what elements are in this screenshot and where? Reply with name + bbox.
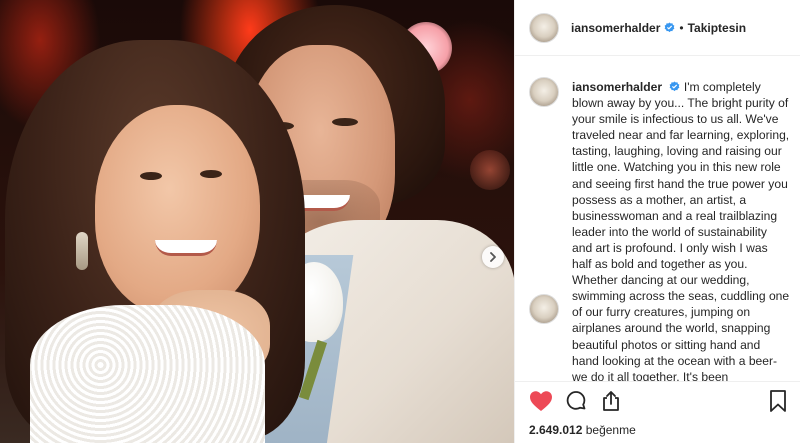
like-button[interactable] [529,389,553,413]
lace-dress [30,305,265,443]
save-button[interactable] [766,389,790,413]
bookmark-icon [770,390,786,412]
following-button[interactable]: Takiptesin [688,21,746,35]
share-icon [603,390,619,411]
post-side-panel: iansomerhalder • Takiptesin iansomerhald… [514,0,800,443]
bokeh-light [470,150,510,190]
caption-text: I'm completely blown away by you... The … [572,80,790,381]
verified-badge-icon [670,81,680,92]
likes-label: beğenme [585,423,636,437]
avatar[interactable] [529,77,559,107]
woman-eye-left [140,172,162,180]
woman-eye-right [200,170,222,178]
post-photo[interactable] [0,0,514,443]
man-eye-right [332,118,358,126]
action-bar [515,381,800,419]
header-username[interactable]: iansomerhalder [571,21,660,35]
caption-username[interactable]: iansomerhalder [572,80,662,94]
likes-number: 2.649.012 [529,423,583,437]
likes-count[interactable]: 2.649.012 beğenme [529,423,636,437]
verified-badge-icon [665,22,675,33]
separator-dot: • [679,20,684,35]
chevron-right-icon [490,252,496,262]
woman-earring [76,232,88,270]
share-button[interactable] [599,389,623,413]
woman-face [95,105,260,315]
avatar[interactable] [529,294,559,324]
woman-smile [155,240,217,256]
post-header: iansomerhalder • Takiptesin [515,0,800,56]
heart-icon [530,390,552,411]
comments-section[interactable]: iansomerhalder I'm completely blown away… [515,57,800,381]
comment-icon [566,390,586,410]
avatar[interactable] [529,12,559,43]
carousel-next-button[interactable] [482,246,504,268]
post-caption: iansomerhalder I'm completely blown away… [572,79,790,381]
comment-button[interactable] [564,389,588,413]
